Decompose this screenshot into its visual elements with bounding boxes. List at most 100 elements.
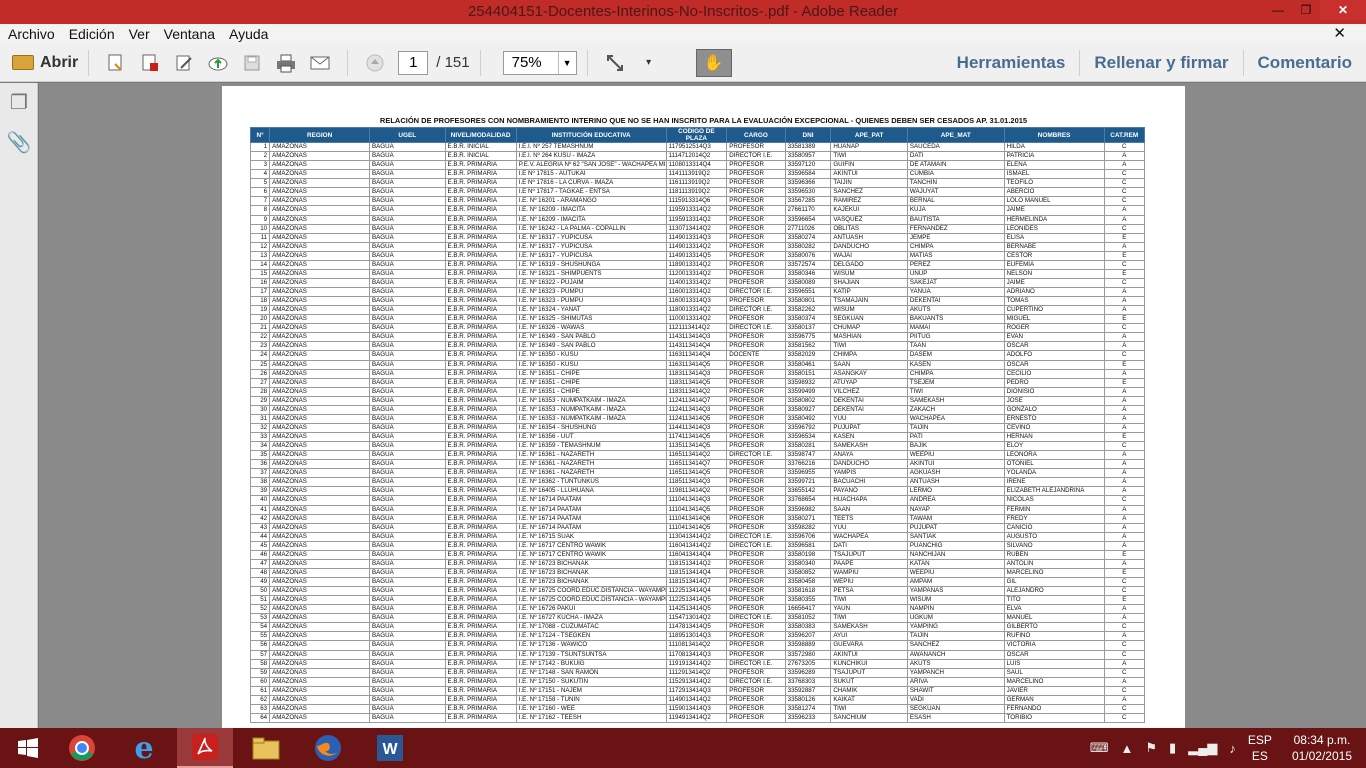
previous-page-icon[interactable] xyxy=(358,48,392,78)
minimize-button[interactable]: — xyxy=(1264,0,1292,20)
table-cell: 1140013314Q2 xyxy=(665,277,728,289)
table-cell: GONZALO xyxy=(1003,404,1105,415)
save-icon[interactable] xyxy=(235,48,269,78)
maximize-button[interactable]: ❐ xyxy=(1292,0,1320,20)
toolbar-separator xyxy=(347,49,349,76)
menu-ventana[interactable]: Ventana xyxy=(164,26,215,42)
clock[interactable]: 08:34 p.m. 01/02/2015 xyxy=(1292,732,1352,764)
table-cell: AMAZONAS xyxy=(269,703,371,714)
table-cell: PUJUPAT xyxy=(830,422,908,434)
toolbar: Abrir 1 / 151 75% ▼ ▾ ✋ Herramientas Rel… xyxy=(0,44,1366,82)
navigation-pane: ❐ 📎 xyxy=(0,83,38,728)
table-cell: E.B.R. PRIMARIA xyxy=(444,658,517,669)
table-cell: I.E. Nº 16359 - TEMASHNUM xyxy=(515,441,667,452)
table-cell: 48 xyxy=(249,567,271,579)
table-cell: BAGUA xyxy=(369,567,446,579)
table-cell: BAGUA xyxy=(369,160,446,171)
open-button[interactable]: Abrir xyxy=(12,48,78,78)
table-cell: E xyxy=(1103,377,1146,388)
close-document-button[interactable]: ✕ xyxy=(1333,24,1346,42)
table-cell: C xyxy=(1103,685,1146,696)
menu-edicion[interactable]: Edición xyxy=(69,26,115,42)
upload-cloud-icon[interactable] xyxy=(201,48,235,78)
table-cell: ADOLFO xyxy=(1003,350,1105,361)
keyboard-icon[interactable]: ⌨ xyxy=(1090,740,1109,756)
table-cell: OTONIEL xyxy=(1003,459,1105,470)
table-cell: BAGUA xyxy=(369,377,446,388)
table-row: 4 AMAZONAS BAGUA E.B.R. PRIMARIA I.E Nº 1781… xyxy=(249,169,1146,180)
table-cell: DIONISIO xyxy=(1003,386,1105,397)
table-cell: 1160013314Q2 xyxy=(665,286,728,298)
table-cell: 1149013314Q2 xyxy=(665,241,728,252)
table-cell: AMAZONAS xyxy=(269,223,371,234)
table-cell: 33768303 xyxy=(784,676,832,687)
table-cell: AMAZONAS xyxy=(269,277,371,289)
table-cell: 1130713414Q2 xyxy=(665,223,728,234)
start-button[interactable] xyxy=(0,728,56,768)
toolbar-overflow-icon[interactable]: ▾ xyxy=(632,48,666,78)
table-cell: 51 xyxy=(249,595,271,606)
table-cell: PROFESOR xyxy=(726,422,786,434)
create-pdf-icon[interactable] xyxy=(99,48,133,78)
document-viewport[interactable]: RELACIÓN DE PROFESORES CON NOMBRAMIENTO … xyxy=(39,83,1366,728)
internet-explorer-taskbar-icon[interactable]: e xyxy=(116,728,172,768)
network-icon[interactable]: ▂▄▆ xyxy=(1188,740,1217,756)
chevron-down-icon[interactable]: ▼ xyxy=(557,51,576,74)
tools-panel-button[interactable]: Herramientas xyxy=(943,53,1080,73)
action-center-icon[interactable]: ⚑ xyxy=(1145,740,1157,756)
menu-bar: Archivo Edición Ver Ventana Ayuda ✕ xyxy=(0,24,1366,44)
attachments-icon[interactable]: 📎 xyxy=(0,123,38,163)
close-button[interactable]: ✕ xyxy=(1320,0,1366,20)
table-cell: MARCELINO xyxy=(1003,567,1105,579)
table-cell: HUACHAPA xyxy=(830,495,908,506)
word-taskbar-icon[interactable]: W xyxy=(362,728,418,768)
table-cell: BAGUA xyxy=(369,431,446,443)
table-cell: DIRECTOR I.E. xyxy=(726,450,786,461)
email-icon[interactable] xyxy=(303,48,337,78)
zoom-select[interactable]: 75% ▼ xyxy=(502,50,577,75)
table-cell: 33580802 xyxy=(784,395,832,406)
table-cell: 33599721 xyxy=(784,477,832,488)
hand-tool-icon[interactable]: ✋ xyxy=(695,48,732,77)
edit-pdf-icon[interactable] xyxy=(167,48,201,78)
table-cell: I.E. Nº 16714 PAATAM xyxy=(515,522,667,533)
table-cell: KAJEKUI xyxy=(830,205,908,216)
table-cell: I.E. Nº 17142 - BUKUIG xyxy=(515,658,667,669)
teachers-table: N° REGION UGEL NIVEL/MODALIDAD INSTITUCIÓN E… xyxy=(249,127,1146,724)
table-cell: 33596551 xyxy=(784,286,832,298)
table-cell: AUGUSTO xyxy=(1003,531,1105,542)
table-cell: I.E. Nº 16349 - SAN PABLO xyxy=(515,332,667,343)
window-controls: — ❐ ✕ xyxy=(1264,0,1366,20)
table-cell: 50 xyxy=(249,586,271,597)
table-cell: PROFESOR xyxy=(726,640,786,651)
table-cell: BAGUA xyxy=(369,658,446,669)
table-row: 57 AMAZONAS BAGUA E.B.R. PRIMARIA I.E. Nº 17… xyxy=(249,649,1146,660)
page-number-input[interactable]: 1 xyxy=(398,50,429,75)
print-icon[interactable] xyxy=(269,48,303,78)
comment-panel-button[interactable]: Comentario xyxy=(1244,53,1366,73)
table-cell: BAGUA xyxy=(369,250,446,261)
menu-archivo[interactable]: Archivo xyxy=(8,26,55,42)
table-cell: I.E Nº 17816 - LA CURVA - IMAZA xyxy=(515,178,667,189)
chrome-taskbar-icon[interactable] xyxy=(54,728,110,768)
full-screen-icon[interactable] xyxy=(598,48,632,78)
input-language[interactable]: ESP ES xyxy=(1248,732,1272,764)
table-cell: I.E. Nº 17148 - SAN RAMON xyxy=(515,667,667,678)
adobe-reader-taskbar-icon[interactable] xyxy=(177,728,233,768)
page-thumbnails-icon[interactable]: ❐ xyxy=(0,83,38,123)
table-cell: 1195913314Q2 xyxy=(665,214,728,225)
zoom-value: 75% xyxy=(511,53,542,71)
volume-icon[interactable]: ♪ xyxy=(1229,741,1236,756)
table-cell: BAGUA xyxy=(369,422,446,434)
table-cell: ELENA xyxy=(1003,160,1105,171)
menu-ver[interactable]: Ver xyxy=(129,26,150,42)
table-cell: E.B.R. PRIMARIA xyxy=(444,359,517,370)
menu-ayuda[interactable]: Ayuda xyxy=(229,26,268,42)
file-explorer-taskbar-icon[interactable] xyxy=(238,728,294,768)
battery-icon[interactable]: ▮ xyxy=(1169,740,1176,756)
table-cell: 55 xyxy=(249,631,271,642)
fill-sign-panel-button[interactable]: Rellenar y firmar xyxy=(1080,53,1242,73)
firefox-taskbar-icon[interactable] xyxy=(300,728,356,768)
show-hidden-icons-icon[interactable]: ▲ xyxy=(1121,741,1134,756)
export-pdf-icon[interactable] xyxy=(133,48,167,78)
